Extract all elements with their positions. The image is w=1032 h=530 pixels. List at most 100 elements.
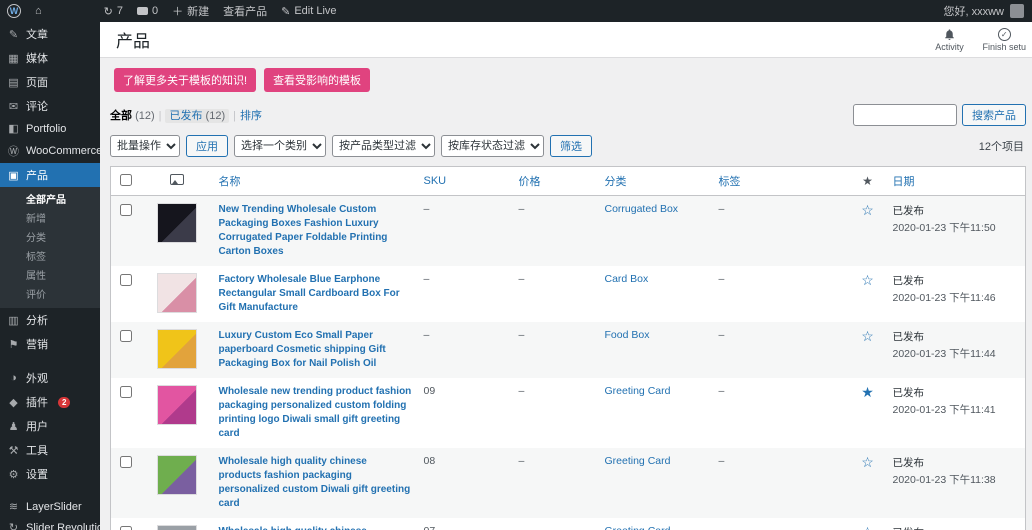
category-cell: Corrugated Box: [599, 196, 713, 267]
product-type-filter-select[interactable]: 按产品类型过滤: [332, 135, 435, 157]
product-thumbnail[interactable]: [157, 273, 197, 313]
category-link[interactable]: Greeting Card: [605, 385, 671, 397]
product-name-link[interactable]: Wholesale high quality chinese products …: [219, 525, 412, 530]
row-checkbox[interactable]: [120, 204, 132, 216]
category-link[interactable]: Greeting Card: [605, 525, 671, 530]
row-checkbox[interactable]: [120, 526, 132, 530]
home-icon: ⌂: [35, 5, 42, 17]
edit-live-menu[interactable]: ✎ Edit Live: [274, 0, 343, 22]
featured-star-icon[interactable]: ★: [861, 384, 874, 400]
sku-cell: 08: [418, 448, 513, 518]
sidebar-item-posts[interactable]: ✎文章: [0, 22, 100, 46]
sidebar-item-plugins[interactable]: ◆插件2: [0, 390, 100, 414]
row-checkbox-cell: [111, 196, 141, 267]
featured-star-icon[interactable]: ☆: [861, 272, 874, 288]
column-header-name[interactable]: 名称: [213, 167, 418, 196]
sidebar-item-users[interactable]: ♟用户: [0, 414, 100, 438]
name-cell: Luxury Custom Eco Small Paper paperboard…: [213, 322, 418, 378]
product-name-link[interactable]: Wholesale new trending product fashion p…: [219, 385, 412, 441]
template-notice-button-1[interactable]: 了解更多关于模板的知识!: [114, 68, 256, 92]
category-cell: Food Box: [599, 322, 713, 378]
sidebar-item-comments[interactable]: ✉评论: [0, 94, 100, 118]
category-link[interactable]: Card Box: [605, 273, 649, 285]
column-header-tags[interactable]: 标签: [713, 167, 849, 196]
admin-bar-account[interactable]: 您好, xxxww: [936, 0, 1032, 22]
products-submenu-item[interactable]: 分类: [0, 227, 100, 246]
row-checkbox[interactable]: [120, 386, 132, 398]
category-cell: Greeting Card: [599, 378, 713, 448]
plugins-icon: ◆: [7, 396, 20, 409]
products-submenu-item[interactable]: 新增: [0, 208, 100, 227]
activity-button[interactable]: Activity: [932, 28, 966, 52]
template-notice-button-2[interactable]: 查看受影响的模板: [264, 68, 370, 92]
layerslider-icon: ≋: [7, 500, 20, 513]
wordpress-logo-icon: W: [7, 4, 21, 18]
products-submenu-item[interactable]: 评价: [0, 284, 100, 303]
select-all-checkbox[interactable]: [120, 174, 132, 186]
view-published[interactable]: 已发布 (12): [165, 109, 229, 123]
sidebar-item-woocommerce[interactable]: ⓌWooCommerce: [0, 139, 100, 163]
products-submenu-item[interactable]: 属性: [0, 265, 100, 284]
date-cell: 已发布2020-01-23 下午11:41: [887, 378, 1026, 448]
column-header-date[interactable]: 日期: [887, 167, 1026, 196]
list-toolbar: 批量操作 应用 选择一个类别 按产品类型过滤 按库存状态过滤 筛选 12个项目: [110, 135, 1026, 157]
sidebar-item-settings[interactable]: ⚙设置: [0, 462, 100, 486]
row-checkbox[interactable]: [120, 456, 132, 468]
sidebar-item-appearance[interactable]: ◑外观: [0, 366, 100, 390]
product-name-link[interactable]: Wholesale high quality chinese products …: [219, 455, 412, 511]
view-product-menu[interactable]: 查看产品: [216, 0, 274, 22]
category-link[interactable]: Food Box: [605, 329, 650, 341]
filter-button[interactable]: 筛选: [550, 135, 592, 157]
updates-menu[interactable]: ↻ 7: [97, 0, 130, 22]
wp-logo-menu[interactable]: W: [0, 0, 28, 22]
comments-menu[interactable]: 0: [130, 0, 165, 22]
featured-star-icon[interactable]: ☆: [861, 328, 874, 344]
column-header-featured[interactable]: ★: [849, 167, 887, 196]
product-thumbnail[interactable]: [157, 385, 197, 425]
sidebar-item-portfolio[interactable]: ◧Portfolio: [0, 118, 100, 139]
select-all-header: [111, 167, 141, 196]
search-input[interactable]: [853, 104, 957, 126]
featured-cell: ★: [849, 378, 887, 448]
row-checkbox[interactable]: [120, 330, 132, 342]
sidebar-item-media[interactable]: ▦媒体: [0, 46, 100, 70]
sidebar-item-products[interactable]: ▣产品: [0, 163, 100, 187]
view-all[interactable]: 全部 (12): [110, 110, 155, 122]
stock-status-filter-select[interactable]: 按库存状态过滤: [441, 135, 544, 157]
featured-star-icon[interactable]: ☆: [861, 524, 874, 530]
sidebar-item-marketing[interactable]: ⚑营销: [0, 332, 100, 356]
category-link[interactable]: Greeting Card: [605, 455, 671, 467]
search-products-button[interactable]: 搜索产品: [962, 104, 1026, 126]
products-submenu-item[interactable]: 标签: [0, 246, 100, 265]
products-submenu-item[interactable]: 全部产品: [0, 189, 100, 208]
product-name-link[interactable]: New Trending Wholesale Custom Packaging …: [219, 203, 412, 259]
product-name-link[interactable]: Luxury Custom Eco Small Paper paperboard…: [219, 329, 412, 371]
image-column-icon: [170, 174, 184, 185]
site-home-menu[interactable]: ⌂: [28, 0, 49, 22]
comments-icon: ✉: [7, 100, 20, 113]
product-thumbnail[interactable]: [157, 455, 197, 495]
column-header-category[interactable]: 分类: [599, 167, 713, 196]
sidebar-item-tools[interactable]: ⚒工具: [0, 438, 100, 462]
new-content-menu[interactable]: ＋ 新建: [165, 0, 216, 22]
sidebar-item-pages[interactable]: ▤页面: [0, 70, 100, 94]
sidebar-item-layerslider[interactable]: ≋LayerSlider: [0, 496, 100, 517]
sidebar-item-analytics[interactable]: ▥分析: [0, 308, 100, 332]
apply-button[interactable]: 应用: [186, 135, 228, 157]
product-thumbnail[interactable]: [157, 525, 197, 530]
category-filter-select[interactable]: 选择一个类别: [234, 135, 326, 157]
sidebar-item-slider-revolution[interactable]: ↻Slider Revolution: [0, 517, 100, 530]
column-header-price[interactable]: 价格: [513, 167, 599, 196]
finish-setup-button[interactable]: ✓ Finish setu: [982, 28, 1026, 52]
bulk-action-select[interactable]: 批量操作: [110, 135, 180, 157]
row-checkbox[interactable]: [120, 274, 132, 286]
product-thumbnail[interactable]: [157, 203, 197, 243]
name-cell: Wholesale high quality chinese products …: [213, 448, 418, 518]
product-thumbnail[interactable]: [157, 329, 197, 369]
featured-star-icon[interactable]: ☆: [861, 454, 874, 470]
view-sort[interactable]: 排序: [240, 110, 262, 122]
column-header-sku[interactable]: SKU: [418, 167, 513, 196]
category-link[interactable]: Corrugated Box: [605, 203, 679, 215]
product-name-link[interactable]: Factory Wholesale Blue Earphone Rectangu…: [219, 273, 412, 315]
featured-star-icon[interactable]: ☆: [861, 202, 874, 218]
